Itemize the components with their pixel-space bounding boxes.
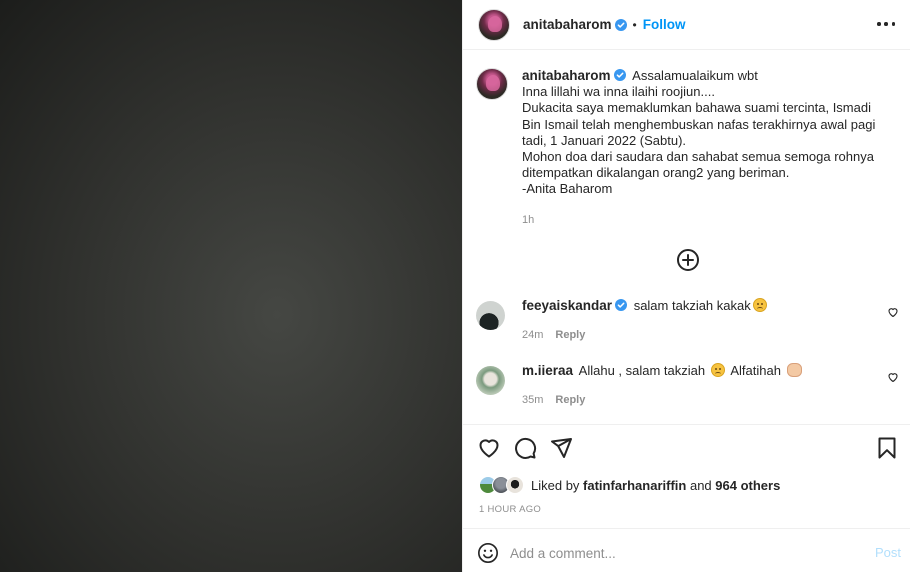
comment-text: Allahu , salam takziah bbox=[578, 363, 706, 378]
paper-plane-icon[interactable] bbox=[549, 436, 573, 460]
post-timestamp[interactable]: 1 HOUR AGO bbox=[479, 504, 541, 515]
comment-heart-icon[interactable] bbox=[887, 306, 899, 318]
action-bar bbox=[477, 436, 899, 460]
verified-badge-icon bbox=[615, 299, 628, 311]
reply-button[interactable]: Reply bbox=[555, 392, 585, 408]
liker-avatars bbox=[479, 476, 526, 494]
add-comment-input[interactable] bbox=[510, 545, 840, 561]
bookmark-icon[interactable] bbox=[875, 436, 899, 460]
post-header: anitabaharom • Follow bbox=[463, 0, 910, 50]
comment-heart-icon[interactable] bbox=[887, 371, 899, 383]
post-side-panel: anitabaharom • Follow anitabaharom Assal… bbox=[462, 0, 910, 572]
post-media[interactable] bbox=[0, 0, 462, 572]
comment-item: feeyaiskandar salam takziah kakak 24m Re… bbox=[476, 298, 901, 343]
post-caption: anitabaharom Assalamualaikum wbt Inna li… bbox=[476, 68, 896, 228]
sad-face-emoji-icon bbox=[710, 363, 725, 377]
owner-avatar[interactable] bbox=[478, 8, 510, 41]
caption-timestamp[interactable]: 1h bbox=[522, 212, 882, 228]
likes-summary: Liked by fatinfarhanariffin and 964 othe… bbox=[479, 476, 780, 494]
caption-line: Inna lillahi wa inna ilaihi roojiun.... bbox=[522, 84, 715, 100]
verified-badge-icon bbox=[614, 18, 627, 31]
comment-item: m.iieraa Allahu , salam takziah Alfatiha… bbox=[476, 363, 901, 408]
reply-button[interactable]: Reply bbox=[555, 327, 585, 343]
caption-avatar[interactable] bbox=[476, 68, 508, 100]
add-comment-row: Post bbox=[477, 541, 901, 565]
comment-timestamp[interactable]: 35m bbox=[522, 392, 543, 408]
heart-icon[interactable] bbox=[477, 436, 501, 460]
liked-by-conjunction: and bbox=[689, 477, 712, 493]
smiley-icon[interactable] bbox=[477, 542, 499, 564]
caption-line: Dukacita saya memaklumkan bahawa suami t… bbox=[522, 100, 876, 148]
caption-line: -Anita Baharom bbox=[522, 181, 613, 197]
comment-icon[interactable] bbox=[513, 436, 537, 460]
caption-body: anitabaharom Assalamualaikum wbt Inna li… bbox=[522, 68, 882, 228]
sad-face-emoji-icon bbox=[752, 298, 767, 312]
commenter-avatar[interactable] bbox=[476, 366, 505, 395]
caption-line: Mohon doa dari saudara dan sahabat semua… bbox=[522, 149, 874, 181]
comment-text: salam takziah kakak bbox=[633, 298, 751, 313]
liker-avatar[interactable] bbox=[506, 476, 524, 494]
caption-username[interactable]: anitabaharom bbox=[522, 68, 611, 83]
verified-badge-icon bbox=[613, 69, 626, 81]
owner-username[interactable]: anitabaharom bbox=[523, 17, 612, 32]
post-comment-button[interactable]: Post bbox=[875, 545, 901, 560]
comment-timestamp[interactable]: 24m bbox=[522, 327, 543, 343]
divider bbox=[463, 528, 910, 529]
likes-others-link[interactable]: 964 others bbox=[715, 478, 780, 493]
commenter-avatar[interactable] bbox=[476, 301, 505, 330]
more-horizontal-icon[interactable] bbox=[877, 15, 895, 33]
comment-text: Alfatihah bbox=[730, 363, 781, 378]
commenter-username[interactable]: m.iieraa bbox=[522, 363, 573, 378]
caption-line: Assalamualaikum wbt bbox=[632, 68, 758, 83]
plus-circle-icon[interactable] bbox=[676, 248, 700, 272]
liked-by-label: Liked by bbox=[531, 477, 580, 493]
header-separator: • bbox=[632, 17, 637, 32]
liked-by-user[interactable]: fatinfarhanariffin bbox=[583, 478, 686, 493]
commenter-username[interactable]: feeyaiskandar bbox=[522, 298, 612, 313]
praying-hands-emoji-icon bbox=[786, 363, 802, 377]
follow-button[interactable]: Follow bbox=[643, 17, 686, 32]
divider bbox=[463, 424, 910, 425]
